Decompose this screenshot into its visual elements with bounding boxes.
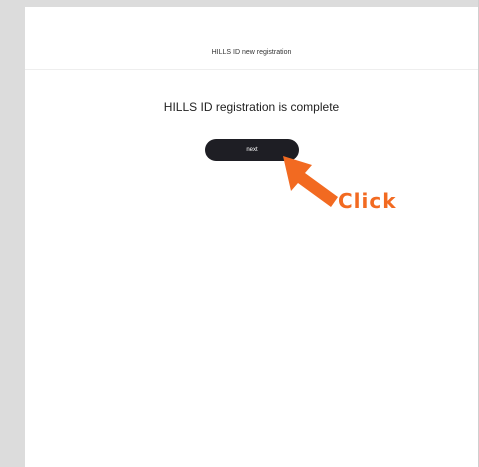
arrow-pointer-icon	[283, 156, 338, 207]
click-annotation-label: Click	[338, 189, 397, 213]
